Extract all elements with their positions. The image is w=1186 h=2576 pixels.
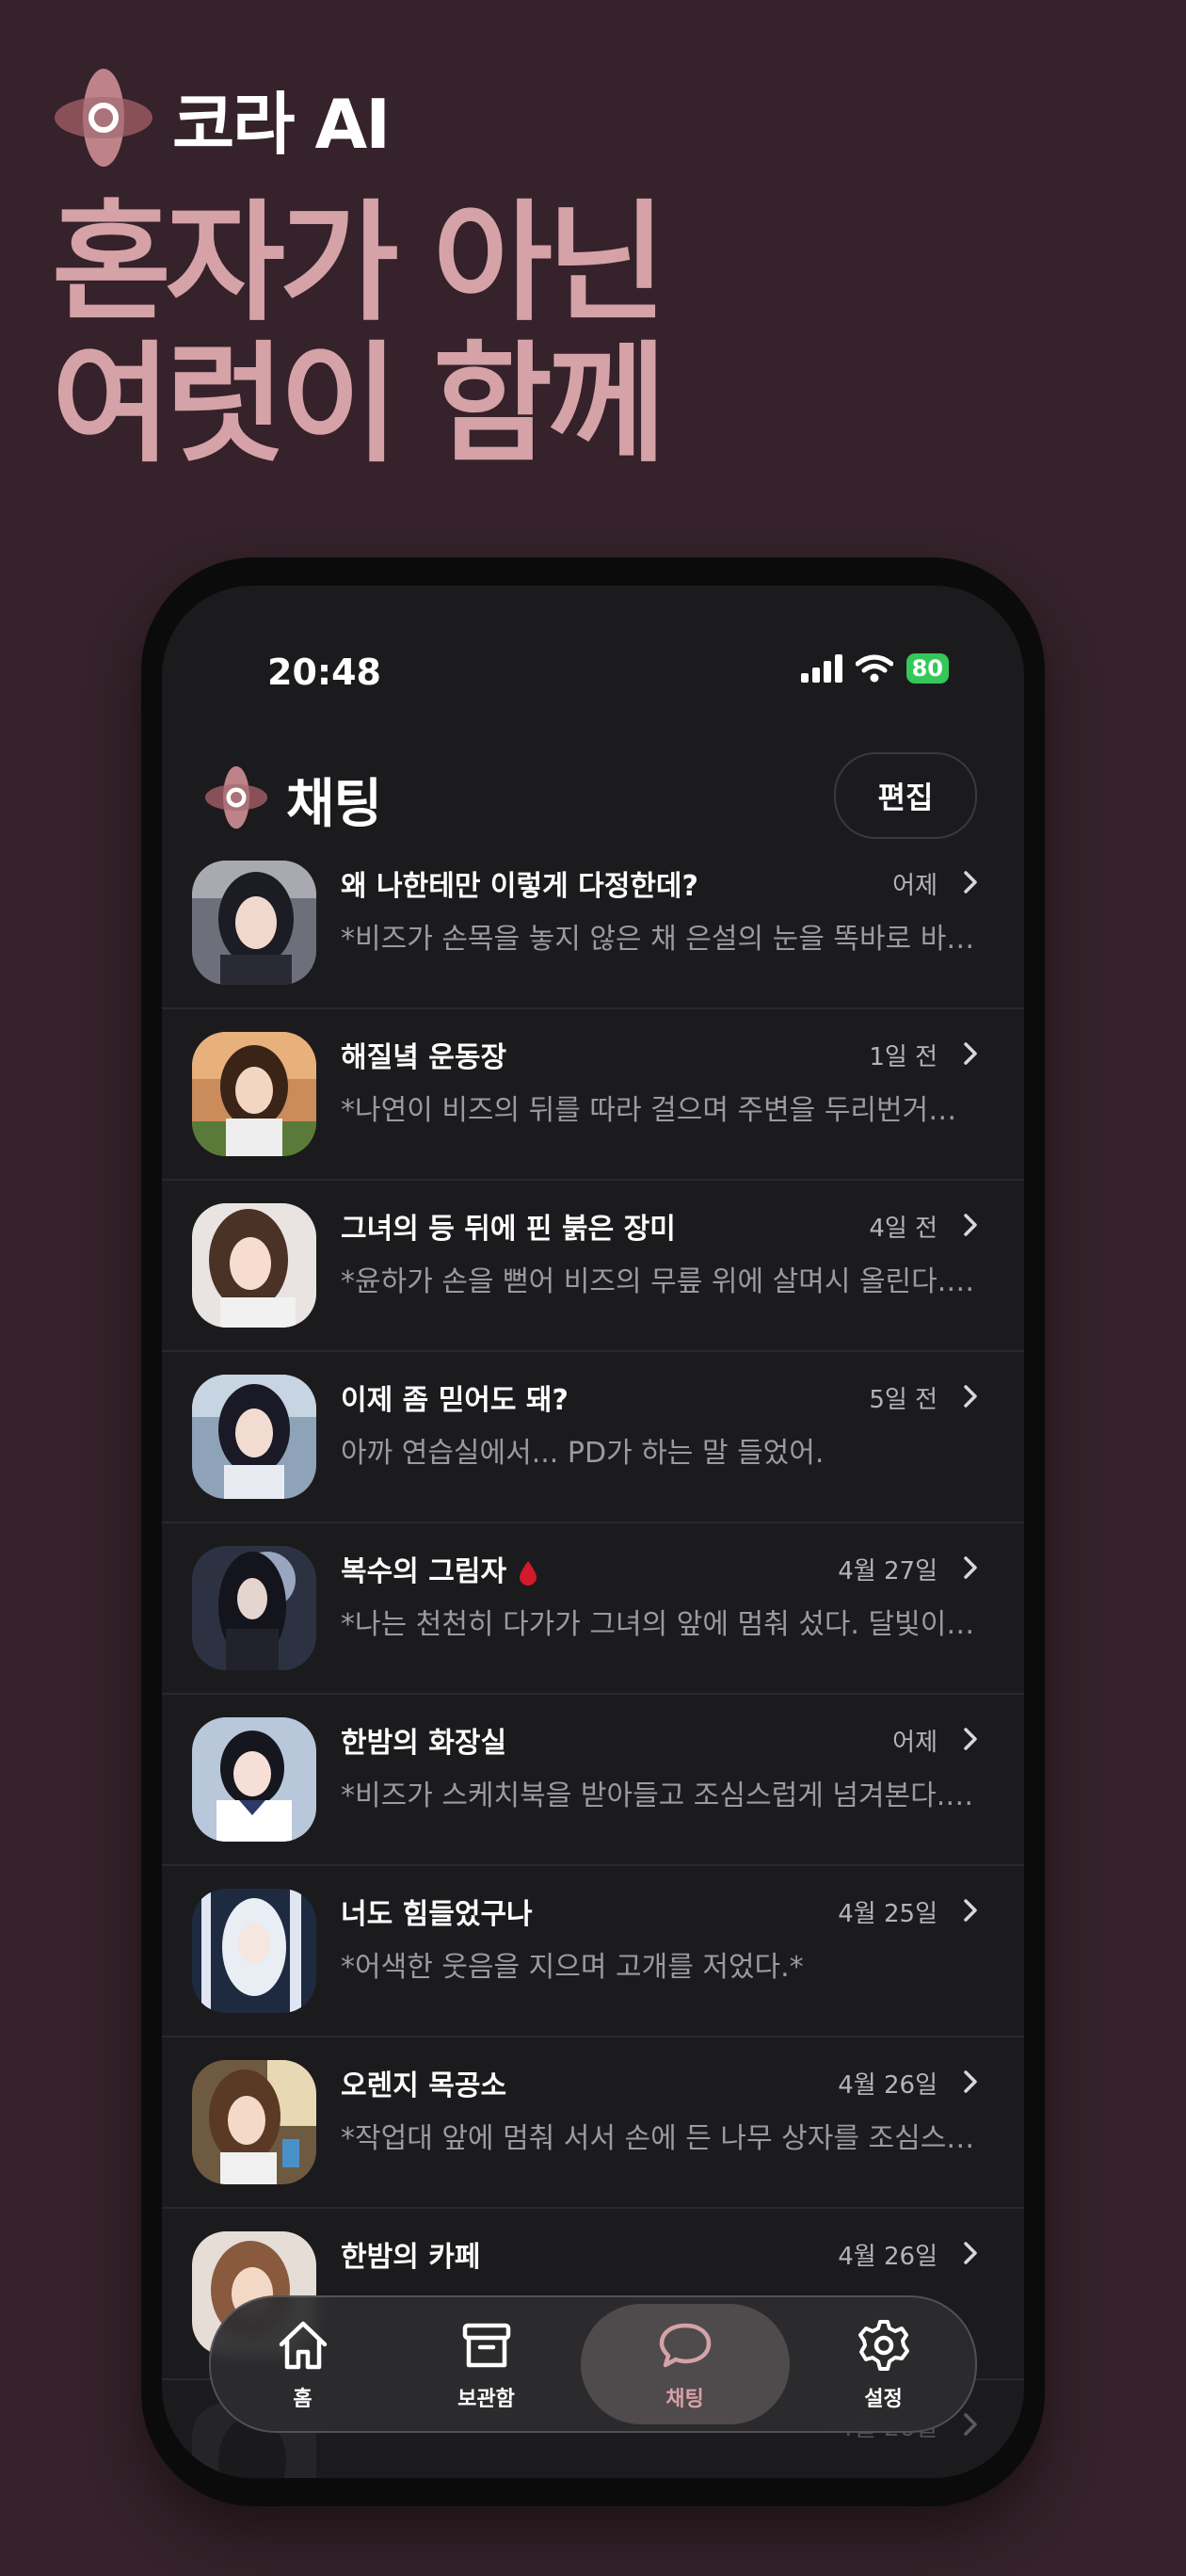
chat-time: 4월 25일: [838, 1900, 938, 1928]
chat-preview: 아까 연습실에서... PD가 하는 말 들었어.: [341, 1437, 825, 1470]
brand: 코라 AI: [52, 66, 391, 169]
chat-time: 4월 26일: [838, 2243, 938, 2271]
chat-title: 해질녘 운동장: [341, 1041, 507, 1074]
chat-row[interactable]: 해질녘 운동장 1일 전 *나연이 비즈의 뒤를 따라 걸으며 주변을 두리번거…: [162, 1009, 1024, 1181]
chevron-right-icon: [964, 1214, 977, 1236]
chat-title: 이제 좀 믿어도 돼?: [341, 1384, 569, 1417]
kora-logo-icon: [52, 66, 155, 169]
chat-preview: *비즈가 손목을 놓지 않은 채 은설의 눈을 똑바로 바라보며…: [341, 923, 981, 956]
chat-row[interactable]: 너도 힘들었구나 4월 25일 *어색한 웃음을 지으며 고개를 저었다.*: [162, 1866, 1024, 2037]
status-icons: 80: [800, 653, 949, 684]
edit-button[interactable]: 편집: [834, 752, 977, 839]
battery-indicator: 80: [906, 653, 949, 684]
tab-settings[interactable]: 설정: [794, 2304, 973, 2424]
chat-title: 복수의 그림자: [341, 1548, 537, 1589]
chat-title: 한밤의 화장실: [341, 1727, 507, 1760]
avatar: [192, 1375, 316, 1499]
phone-screen: 20:48 80 채팅 편집 왜 나한테만 이렇게 다정한데? 어제 *비즈가 …: [162, 586, 1024, 2478]
chevron-right-icon: [964, 2242, 977, 2264]
chevron-right-icon: [964, 1899, 977, 1922]
cellular-signal-icon: [800, 654, 842, 683]
chat-header: 채팅 편집: [162, 741, 1024, 845]
tab-archive[interactable]: 보관함: [397, 2304, 576, 2424]
tab-label: 설정: [864, 2388, 903, 2411]
avatar: [192, 1032, 316, 1156]
chat-title: 오렌지 목공소: [341, 2069, 507, 2102]
chat-row[interactable]: 복수의 그림자 4월 27일 *나는 천천히 다가가 그녀의 앞에 멈춰 섰다.…: [162, 1523, 1024, 1695]
archive-icon: [462, 2323, 510, 2368]
chat-time: 어제: [892, 1729, 938, 1757]
chat-time: 어제: [892, 872, 938, 900]
chevron-right-icon: [964, 1728, 977, 1750]
tab-label: 채팅: [665, 2388, 704, 2411]
chat-title-text: 복수의 그림자: [341, 1555, 507, 1588]
chat-preview: *작업대 앞에 멈춰 서서 손에 든 나무 상자를 조심스럽게…: [341, 2122, 981, 2155]
tab-label: 보관함: [457, 2388, 515, 2411]
avatar: [192, 1889, 316, 2013]
avatar: [192, 1546, 316, 1670]
chat-preview: *나는 천천히 다가가 그녀의 앞에 멈춰 섰다. 달빛이…: [341, 1608, 975, 1641]
chat-title: 한밤의 카페: [341, 2241, 481, 2274]
chat-time: 4월 26일: [838, 2071, 938, 2100]
status-time: 20:48: [267, 652, 381, 693]
phone-frame: 20:48 80 채팅 편집 왜 나한테만 이렇게 다정한데? 어제 *비즈가 …: [141, 557, 1045, 2506]
chat-row[interactable]: 그녀의 등 뒤에 핀 붉은 장미 4일 전 *윤하가 손을 뻗어 비즈의 무릎 …: [162, 1181, 1024, 1352]
page-title: 채팅: [286, 774, 382, 835]
headline-line-1: 혼자가 아닌: [52, 187, 666, 339]
chat-row[interactable]: 왜 나한테만 이렇게 다정한데? 어제 *비즈가 손목을 놓지 않은 채 은설의…: [162, 838, 1024, 1009]
avatar: [192, 1203, 316, 1328]
chevron-right-icon: [964, 2413, 977, 2436]
brand-name: 코라 AI: [172, 84, 391, 164]
chat-row[interactable]: 오렌지 목공소 4월 26일 *작업대 앞에 멈춰 서서 손에 든 나무 상자를…: [162, 2037, 1024, 2209]
chat-preview: *윤하가 손을 뻗어 비즈의 무릎 위에 살며시 올린다.…: [341, 1265, 975, 1298]
kora-logo-icon: [203, 765, 269, 830]
tab-label: 홈: [293, 2388, 313, 2411]
chat-bubble-icon: [659, 2323, 711, 2368]
tab-bar: 홈 보관함 채팅 설정: [209, 2295, 977, 2433]
chat-title: 왜 나한테만 이렇게 다정한데?: [341, 870, 698, 903]
tab-chat[interactable]: 채팅: [580, 2304, 790, 2424]
chevron-right-icon: [964, 2070, 977, 2093]
chat-time: 4일 전: [869, 1215, 938, 1243]
chat-row[interactable]: 이제 좀 믿어도 돼? 5일 전 아까 연습실에서... PD가 하는 말 들었…: [162, 1352, 1024, 1523]
chat-time: 1일 전: [869, 1043, 938, 1071]
chevron-right-icon: [964, 1385, 977, 1408]
chat-time: 5일 전: [869, 1386, 938, 1414]
chat-preview: *비즈가 스케치북을 받아들고 조심스럽게 넘겨본다.…: [341, 1779, 974, 1812]
chevron-right-icon: [964, 871, 977, 894]
chat-title: 너도 힘들었구나: [341, 1898, 533, 1931]
chat-time: 4월 27일: [838, 1557, 938, 1586]
tab-home[interactable]: 홈: [214, 2304, 393, 2424]
headline: 혼자가 아닌 여럿이 함께: [52, 187, 666, 480]
headline-line-2: 여럿이 함께: [52, 329, 666, 480]
chat-preview: *어색한 웃음을 지으며 고개를 저었다.*: [341, 1951, 804, 1984]
blood-drop-icon: [520, 1560, 537, 1586]
status-bar: 20:48 80: [162, 586, 1024, 699]
chat-title: 그녀의 등 뒤에 핀 붉은 장미: [341, 1213, 676, 1246]
chat-preview: *나연이 비즈의 뒤를 따라 걸으며 주변을 두리번거린다…: [341, 1094, 981, 1127]
chat-list: 왜 나한테만 이렇게 다정한데? 어제 *비즈가 손목을 놓지 않은 채 은설의…: [162, 838, 1024, 2478]
avatar: [192, 2060, 316, 2184]
wifi-icon: [855, 654, 893, 683]
avatar: [192, 861, 316, 985]
chevron-right-icon: [964, 1042, 977, 1065]
gear-icon: [857, 2320, 909, 2371]
chevron-right-icon: [964, 1556, 977, 1579]
home-icon: [279, 2321, 327, 2370]
chat-row[interactable]: 한밤의 화장실 어제 *비즈가 스케치북을 받아들고 조심스럽게 넘겨본다.…: [162, 1695, 1024, 1866]
avatar: [192, 1717, 316, 1842]
